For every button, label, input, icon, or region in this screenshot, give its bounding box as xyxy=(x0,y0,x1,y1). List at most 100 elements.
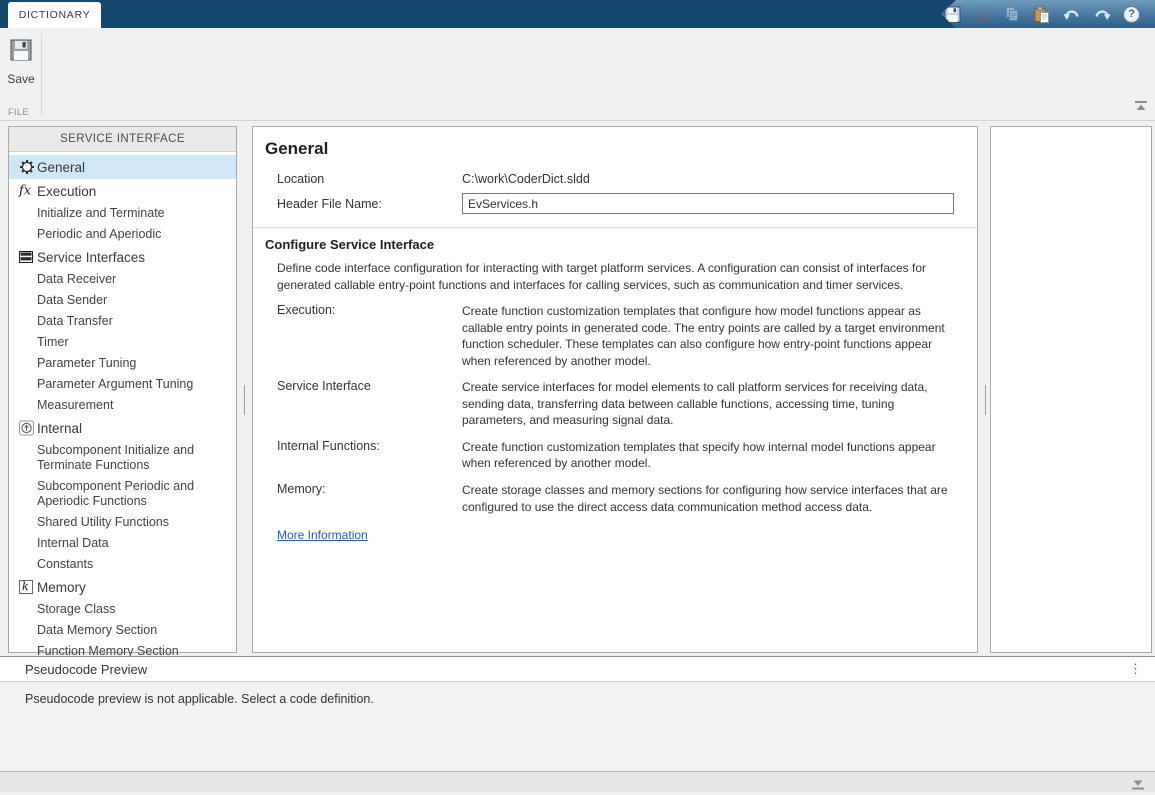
ribbon-section-divider xyxy=(41,33,42,115)
tree-item-subcomponent-initialize-and-terminate-functions[interactable]: Subcomponent Initialize and Terminate Fu… xyxy=(9,440,236,476)
tree-item-label: Memory xyxy=(37,580,86,595)
collapse-up-icon xyxy=(1134,101,1148,111)
tree-item-constants[interactable]: Constants xyxy=(9,554,236,575)
qab-undo-button[interactable] xyxy=(1060,2,1083,26)
grid-icon xyxy=(19,251,33,263)
tree-item-parameter-argument-tuning[interactable]: Parameter Argument Tuning xyxy=(9,374,236,395)
tree-item-general[interactable]: General xyxy=(9,155,236,179)
right-splitter-handle[interactable] xyxy=(985,385,986,415)
tree-item-label: Measurement xyxy=(37,398,113,412)
tree-item-label: Timer xyxy=(37,335,68,349)
pseudocode-preview-header: Pseudocode Preview ⋮ xyxy=(0,657,1155,682)
tree-item-initialize-and-terminate[interactable]: Initialize and Terminate xyxy=(9,203,236,224)
tree-item-label: Subcomponent Initialize and Terminate Fu… xyxy=(37,443,194,472)
header-file-label: Header File Name: xyxy=(265,197,462,211)
tree-item-subcomponent-periodic-and-aperiodic-functions[interactable]: Subcomponent Periodic and Aperiodic Func… xyxy=(9,476,236,512)
left-splitter-handle[interactable] xyxy=(244,385,245,415)
tree-item-label: Execution xyxy=(37,184,96,199)
section-divider xyxy=(253,227,977,228)
tree-item-label: Data Transfer xyxy=(37,314,113,328)
service-interface-panel: SERVICE INTERFACE General fx Execution Init… xyxy=(8,126,237,653)
help-icon: ? xyxy=(1123,6,1140,23)
tree-item-label: Initialize and Terminate xyxy=(37,206,165,220)
detail-panel xyxy=(990,126,1152,653)
tree-item-periodic-and-aperiodic[interactable]: Periodic and Aperiodic xyxy=(9,224,236,245)
config-row-description: Create function customization templates … xyxy=(462,439,954,472)
qab-cut-button xyxy=(971,2,994,26)
k-icon: k xyxy=(19,580,33,594)
tree-item-label: Subcomponent Periodic and Aperiodic Func… xyxy=(37,479,194,508)
tree-item-measurement[interactable]: Measurement xyxy=(9,395,236,416)
tree-item-label: Parameter Tuning xyxy=(37,356,136,370)
qab-help-button[interactable]: ? xyxy=(1120,2,1143,26)
header-file-row: Header File Name: xyxy=(265,193,965,214)
collapse-ribbon-button[interactable] xyxy=(1134,98,1148,116)
collapse-down-icon xyxy=(1131,780,1145,790)
tree-item-label: Internal Data xyxy=(37,536,109,550)
tree-item-memory[interactable]: k Memory xyxy=(9,575,236,599)
tree-item-data-sender[interactable]: Data Sender xyxy=(9,290,236,311)
cut-icon xyxy=(974,6,990,22)
tab-dictionary[interactable]: DICTIONARY xyxy=(8,2,101,28)
gear-icon xyxy=(19,159,35,175)
tree-item-execution[interactable]: fx Execution xyxy=(9,179,236,203)
quick-access-toolbar: ? xyxy=(941,0,1155,28)
tree-item-label: Data Memory Section xyxy=(37,623,157,637)
tree-item-label: Data Receiver xyxy=(37,272,116,286)
tree-item-label: Internal xyxy=(37,421,82,436)
tree-item-label: Shared Utility Functions xyxy=(37,515,169,529)
config-rows: Execution:Create function customization … xyxy=(265,303,965,515)
save-button[interactable]: Save xyxy=(5,38,37,86)
tree-item-service-interfaces[interactable]: Service Interfaces xyxy=(9,245,236,269)
tree-item-internal-data[interactable]: Internal Data xyxy=(9,533,236,554)
sidebar-header: SERVICE INTERFACE xyxy=(9,127,236,152)
tree-item-data-receiver[interactable]: Data Receiver xyxy=(9,269,236,290)
tree-item-label: Parameter Argument Tuning xyxy=(37,377,193,391)
config-row-label: Memory: xyxy=(265,482,462,515)
pseudocode-preview-title: Pseudocode Preview xyxy=(25,662,147,677)
tree-item-label: General xyxy=(37,160,85,175)
tree-item-label: Service Interfaces xyxy=(37,250,145,265)
tree-item-shared-utility-functions[interactable]: Shared Utility Functions xyxy=(9,512,236,533)
location-row: Location C:\work\CoderDict.sldd xyxy=(265,172,965,186)
save-button-label: Save xyxy=(5,72,37,86)
config-row-label: Execution: xyxy=(265,303,462,369)
ribbon: Save FILE xyxy=(0,28,1155,121)
tree-item-label: Constants xyxy=(37,557,93,571)
preview-menu-button[interactable]: ⋮ xyxy=(1129,661,1142,677)
qab-redo-button[interactable] xyxy=(1090,2,1113,26)
tree-item-storage-class[interactable]: Storage Class xyxy=(9,599,236,620)
sidebar-header-label: SERVICE INTERFACE xyxy=(60,133,185,145)
pseudocode-preview-message: Pseudocode preview is not applicable. Se… xyxy=(25,692,1155,706)
tree-item-label: Storage Class xyxy=(37,602,116,616)
titlebar: DICTIONARY xyxy=(0,0,1155,28)
paste-icon xyxy=(1033,6,1050,23)
qab-copy-button xyxy=(1001,2,1024,26)
pseudocode-preview-body: Pseudocode preview is not applicable. Se… xyxy=(0,683,1155,771)
tree-item-timer[interactable]: Timer xyxy=(9,332,236,353)
collapse-preview-button[interactable] xyxy=(1131,777,1145,795)
location-value: C:\work\CoderDict.sldd xyxy=(462,172,590,186)
config-row-label: Service Interface xyxy=(265,379,462,429)
qab-save-button[interactable] xyxy=(941,2,964,26)
qab-paste-button[interactable] xyxy=(1031,2,1054,26)
header-file-input[interactable] xyxy=(462,193,954,214)
save-icon xyxy=(944,6,961,23)
tree-item-data-memory-section[interactable]: Data Memory Section xyxy=(9,620,236,641)
save-icon xyxy=(9,38,33,62)
config-row-description: Create function customization templates … xyxy=(462,303,954,369)
undo-icon xyxy=(1063,7,1081,22)
fx-icon: fx xyxy=(19,184,31,199)
tree-item-label: Data Sender xyxy=(37,293,107,307)
tree-item-internal[interactable]: Internal xyxy=(9,416,236,440)
file-section-label: FILE xyxy=(8,107,29,117)
tree-item-parameter-tuning[interactable]: Parameter Tuning xyxy=(9,353,236,374)
tree-item-data-transfer[interactable]: Data Transfer xyxy=(9,311,236,332)
config-row-label: Internal Functions: xyxy=(265,439,462,472)
tree-item-label: Periodic and Aperiodic xyxy=(37,227,161,241)
location-label: Location xyxy=(265,172,462,186)
config-row-description: Create service interfaces for model elem… xyxy=(462,379,954,429)
more-information-link[interactable]: More Information xyxy=(277,528,368,542)
internal-icon xyxy=(19,421,34,436)
config-row-description: Create storage classes and memory sectio… xyxy=(462,482,954,515)
